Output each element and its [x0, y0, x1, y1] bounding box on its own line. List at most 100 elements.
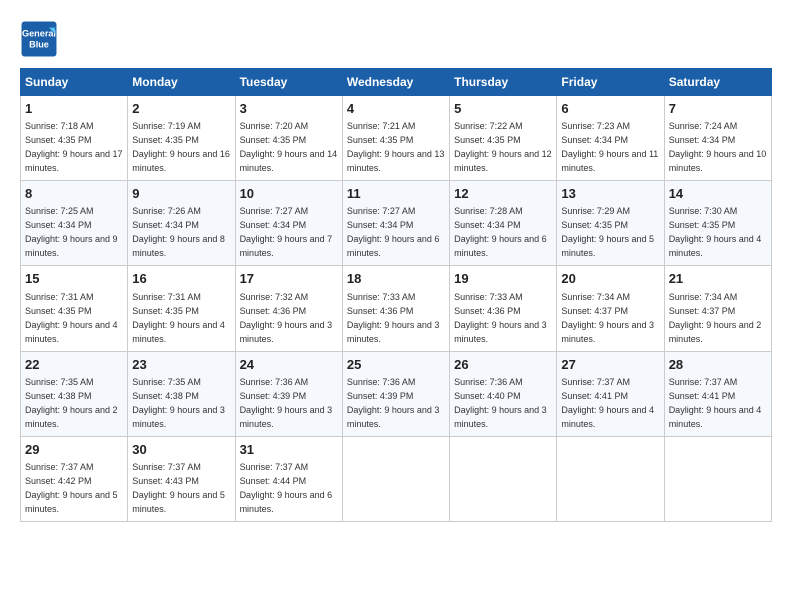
day-info: Sunrise: 7:23 AMSunset: 4:34 PMDaylight:… — [561, 121, 658, 173]
header-monday: Monday — [128, 69, 235, 96]
day-info: Sunrise: 7:27 AMSunset: 4:34 PMDaylight:… — [240, 206, 333, 258]
day-number: 22 — [25, 356, 123, 374]
calendar-cell: 22 Sunrise: 7:35 AMSunset: 4:38 PMDaylig… — [21, 351, 128, 436]
day-info: Sunrise: 7:31 AMSunset: 4:35 PMDaylight:… — [132, 292, 225, 344]
week-row-2: 8 Sunrise: 7:25 AMSunset: 4:34 PMDayligh… — [21, 181, 772, 266]
calendar-cell: 23 Sunrise: 7:35 AMSunset: 4:38 PMDaylig… — [128, 351, 235, 436]
calendar-cell: 20 Sunrise: 7:34 AMSunset: 4:37 PMDaylig… — [557, 266, 664, 351]
logo: General Blue — [20, 20, 62, 58]
day-info: Sunrise: 7:25 AMSunset: 4:34 PMDaylight:… — [25, 206, 118, 258]
day-number: 11 — [347, 185, 445, 203]
calendar-header-row: SundayMondayTuesdayWednesdayThursdayFrid… — [21, 69, 772, 96]
header-sunday: Sunday — [21, 69, 128, 96]
calendar-cell — [450, 436, 557, 521]
day-number: 25 — [347, 356, 445, 374]
day-info: Sunrise: 7:19 AMSunset: 4:35 PMDaylight:… — [132, 121, 230, 173]
week-row-3: 15 Sunrise: 7:31 AMSunset: 4:35 PMDaylig… — [21, 266, 772, 351]
day-number: 13 — [561, 185, 659, 203]
day-number: 23 — [132, 356, 230, 374]
day-number: 19 — [454, 270, 552, 288]
day-number: 5 — [454, 100, 552, 118]
day-info: Sunrise: 7:33 AMSunset: 4:36 PMDaylight:… — [454, 292, 547, 344]
calendar-cell: 4 Sunrise: 7:21 AMSunset: 4:35 PMDayligh… — [342, 96, 449, 181]
day-number: 8 — [25, 185, 123, 203]
calendar-table: SundayMondayTuesdayWednesdayThursdayFrid… — [20, 68, 772, 522]
calendar-cell: 13 Sunrise: 7:29 AMSunset: 4:35 PMDaylig… — [557, 181, 664, 266]
calendar-cell: 12 Sunrise: 7:28 AMSunset: 4:34 PMDaylig… — [450, 181, 557, 266]
day-number: 15 — [25, 270, 123, 288]
calendar-cell: 11 Sunrise: 7:27 AMSunset: 4:34 PMDaylig… — [342, 181, 449, 266]
day-info: Sunrise: 7:34 AMSunset: 4:37 PMDaylight:… — [669, 292, 762, 344]
calendar-cell: 31 Sunrise: 7:37 AMSunset: 4:44 PMDaylig… — [235, 436, 342, 521]
day-number: 1 — [25, 100, 123, 118]
calendar-cell: 29 Sunrise: 7:37 AMSunset: 4:42 PMDaylig… — [21, 436, 128, 521]
header-friday: Friday — [557, 69, 664, 96]
day-info: Sunrise: 7:37 AMSunset: 4:41 PMDaylight:… — [669, 377, 762, 429]
calendar-cell: 25 Sunrise: 7:36 AMSunset: 4:39 PMDaylig… — [342, 351, 449, 436]
calendar-cell: 8 Sunrise: 7:25 AMSunset: 4:34 PMDayligh… — [21, 181, 128, 266]
day-info: Sunrise: 7:36 AMSunset: 4:40 PMDaylight:… — [454, 377, 547, 429]
day-info: Sunrise: 7:27 AMSunset: 4:34 PMDaylight:… — [347, 206, 440, 258]
day-info: Sunrise: 7:22 AMSunset: 4:35 PMDaylight:… — [454, 121, 552, 173]
day-number: 31 — [240, 441, 338, 459]
logo-icon: General Blue — [20, 20, 58, 58]
day-info: Sunrise: 7:20 AMSunset: 4:35 PMDaylight:… — [240, 121, 338, 173]
day-number: 4 — [347, 100, 445, 118]
header-wednesday: Wednesday — [342, 69, 449, 96]
day-number: 20 — [561, 270, 659, 288]
day-info: Sunrise: 7:29 AMSunset: 4:35 PMDaylight:… — [561, 206, 654, 258]
day-number: 6 — [561, 100, 659, 118]
calendar-cell: 30 Sunrise: 7:37 AMSunset: 4:43 PMDaylig… — [128, 436, 235, 521]
calendar-cell: 5 Sunrise: 7:22 AMSunset: 4:35 PMDayligh… — [450, 96, 557, 181]
day-info: Sunrise: 7:35 AMSunset: 4:38 PMDaylight:… — [132, 377, 225, 429]
week-row-5: 29 Sunrise: 7:37 AMSunset: 4:42 PMDaylig… — [21, 436, 772, 521]
week-row-4: 22 Sunrise: 7:35 AMSunset: 4:38 PMDaylig… — [21, 351, 772, 436]
calendar-cell: 27 Sunrise: 7:37 AMSunset: 4:41 PMDaylig… — [557, 351, 664, 436]
day-number: 14 — [669, 185, 767, 203]
header-saturday: Saturday — [664, 69, 771, 96]
calendar-cell: 16 Sunrise: 7:31 AMSunset: 4:35 PMDaylig… — [128, 266, 235, 351]
day-info: Sunrise: 7:18 AMSunset: 4:35 PMDaylight:… — [25, 121, 123, 173]
calendar-cell: 18 Sunrise: 7:33 AMSunset: 4:36 PMDaylig… — [342, 266, 449, 351]
day-info: Sunrise: 7:28 AMSunset: 4:34 PMDaylight:… — [454, 206, 547, 258]
header-tuesday: Tuesday — [235, 69, 342, 96]
day-number: 7 — [669, 100, 767, 118]
day-number: 18 — [347, 270, 445, 288]
calendar-cell: 28 Sunrise: 7:37 AMSunset: 4:41 PMDaylig… — [664, 351, 771, 436]
day-info: Sunrise: 7:37 AMSunset: 4:44 PMDaylight:… — [240, 462, 333, 514]
calendar-cell: 19 Sunrise: 7:33 AMSunset: 4:36 PMDaylig… — [450, 266, 557, 351]
day-number: 29 — [25, 441, 123, 459]
day-info: Sunrise: 7:37 AMSunset: 4:42 PMDaylight:… — [25, 462, 118, 514]
week-row-1: 1 Sunrise: 7:18 AMSunset: 4:35 PMDayligh… — [21, 96, 772, 181]
day-info: Sunrise: 7:35 AMSunset: 4:38 PMDaylight:… — [25, 377, 118, 429]
day-info: Sunrise: 7:34 AMSunset: 4:37 PMDaylight:… — [561, 292, 654, 344]
calendar-cell — [342, 436, 449, 521]
calendar-cell: 6 Sunrise: 7:23 AMSunset: 4:34 PMDayligh… — [557, 96, 664, 181]
calendar-cell: 7 Sunrise: 7:24 AMSunset: 4:34 PMDayligh… — [664, 96, 771, 181]
day-number: 16 — [132, 270, 230, 288]
calendar-cell: 3 Sunrise: 7:20 AMSunset: 4:35 PMDayligh… — [235, 96, 342, 181]
day-number: 30 — [132, 441, 230, 459]
calendar-cell: 26 Sunrise: 7:36 AMSunset: 4:40 PMDaylig… — [450, 351, 557, 436]
page-header: General Blue — [20, 20, 772, 58]
day-number: 21 — [669, 270, 767, 288]
day-number: 26 — [454, 356, 552, 374]
day-number: 2 — [132, 100, 230, 118]
day-info: Sunrise: 7:31 AMSunset: 4:35 PMDaylight:… — [25, 292, 118, 344]
day-info: Sunrise: 7:21 AMSunset: 4:35 PMDaylight:… — [347, 121, 445, 173]
day-number: 24 — [240, 356, 338, 374]
calendar-cell: 21 Sunrise: 7:34 AMSunset: 4:37 PMDaylig… — [664, 266, 771, 351]
calendar-cell — [664, 436, 771, 521]
day-info: Sunrise: 7:37 AMSunset: 4:43 PMDaylight:… — [132, 462, 225, 514]
day-info: Sunrise: 7:26 AMSunset: 4:34 PMDaylight:… — [132, 206, 225, 258]
day-number: 10 — [240, 185, 338, 203]
calendar-cell: 24 Sunrise: 7:36 AMSunset: 4:39 PMDaylig… — [235, 351, 342, 436]
day-number: 28 — [669, 356, 767, 374]
day-info: Sunrise: 7:32 AMSunset: 4:36 PMDaylight:… — [240, 292, 333, 344]
calendar-cell: 1 Sunrise: 7:18 AMSunset: 4:35 PMDayligh… — [21, 96, 128, 181]
calendar-cell: 10 Sunrise: 7:27 AMSunset: 4:34 PMDaylig… — [235, 181, 342, 266]
svg-text:Blue: Blue — [29, 39, 49, 49]
day-info: Sunrise: 7:33 AMSunset: 4:36 PMDaylight:… — [347, 292, 440, 344]
header-thursday: Thursday — [450, 69, 557, 96]
calendar-cell: 9 Sunrise: 7:26 AMSunset: 4:34 PMDayligh… — [128, 181, 235, 266]
